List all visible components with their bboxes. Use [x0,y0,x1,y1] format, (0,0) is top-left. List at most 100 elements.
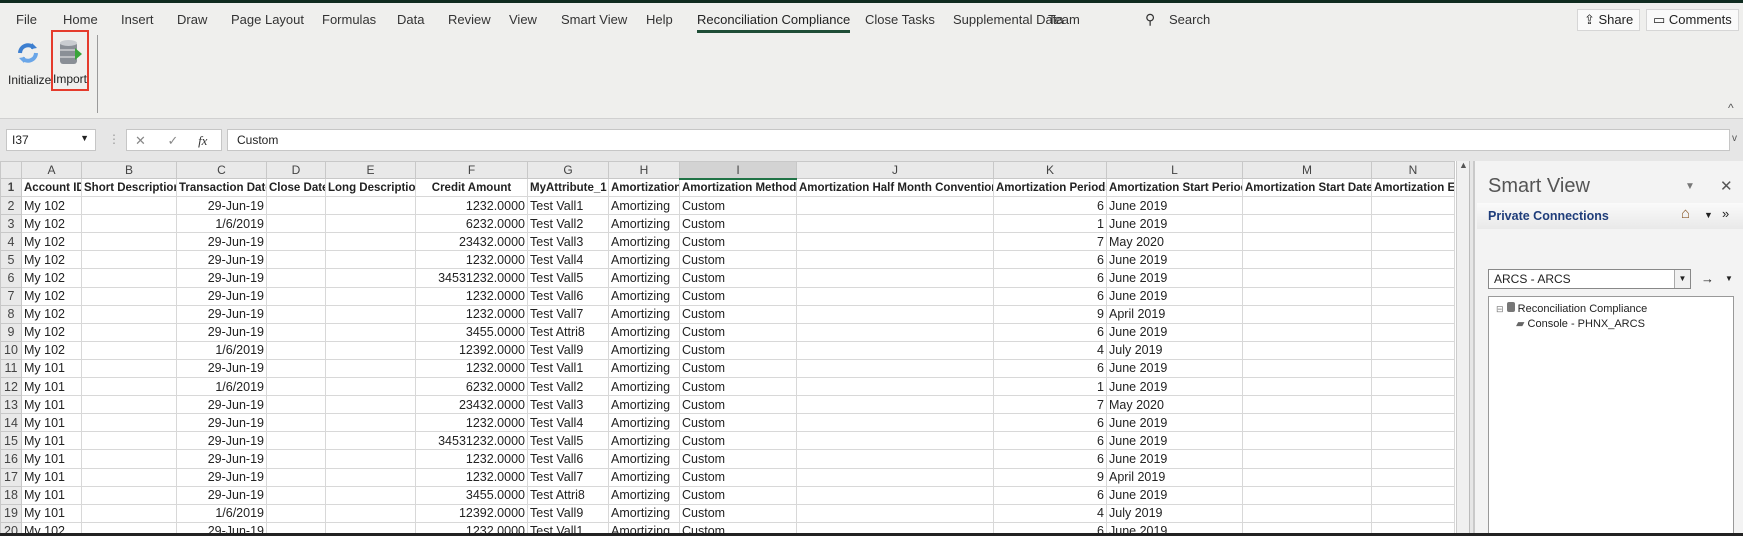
cell[interactable]: My 101 [21,395,82,415]
column-title[interactable]: Close Date [266,177,326,198]
cell[interactable]: 6 [993,449,1107,469]
tab-data[interactable]: Data [397,12,424,27]
drag-handle-icon[interactable]: ⋮ [108,132,120,146]
cell[interactable]: Custom [679,250,797,270]
cell[interactable]: Amortizing [608,214,680,234]
tab-draw[interactable]: Draw [177,12,207,27]
row-header[interactable]: 5 [0,250,22,270]
cell[interactable] [796,250,994,270]
cell[interactable] [1242,358,1372,379]
cell[interactable] [81,286,177,306]
cell[interactable] [796,449,994,469]
cell[interactable]: Custom [679,286,797,306]
cell[interactable]: Test Vall3 [527,232,609,252]
vertical-scrollbar[interactable]: ▲ [1456,160,1470,536]
cell[interactable]: 1232.0000 [415,196,528,216]
cell[interactable]: Custom [679,377,797,397]
comments-button[interactable]: ▭ Comments [1646,9,1739,31]
cell[interactable] [1242,214,1372,234]
cell[interactable] [325,431,416,451]
cell[interactable]: 29-Jun-19 [176,413,267,433]
cell[interactable]: Amortizing [608,485,680,505]
cell[interactable] [1242,250,1372,270]
cell[interactable] [81,196,177,216]
cell[interactable]: 6 [993,413,1107,433]
cell[interactable]: 34531232.0000 [415,431,528,451]
cell[interactable]: My 101 [21,358,82,379]
tree-node-child[interactable]: ▰ Console - PHNX_ARCS [1516,317,1645,330]
cell[interactable]: 4 [993,340,1107,360]
cell[interactable] [325,322,416,342]
cell[interactable]: My 102 [21,196,82,216]
cell[interactable] [1242,268,1372,288]
cell[interactable]: 29-Jun-19 [176,286,267,306]
cell[interactable] [81,268,177,288]
cell[interactable]: Amortizing [608,196,680,216]
cell[interactable]: 6 [993,322,1107,342]
cell[interactable] [1371,304,1455,324]
cell[interactable] [1242,304,1372,324]
tab-help[interactable]: Help [646,12,673,27]
cell[interactable]: Test Vall9 [527,340,609,360]
column-header-L[interactable]: L [1106,161,1243,179]
cell[interactable] [81,431,177,451]
cell[interactable]: 1 [993,377,1107,397]
cell[interactable] [1371,485,1455,505]
cell[interactable] [1242,232,1372,252]
cell[interactable] [81,395,177,415]
cell[interactable]: 23432.0000 [415,232,528,252]
cell[interactable] [266,232,326,252]
cell[interactable]: July 2019 [1106,340,1243,360]
cell[interactable] [796,413,994,433]
cell[interactable] [325,467,416,487]
home-icon[interactable]: ⌂ [1681,205,1690,222]
row-header[interactable]: 17 [0,467,22,487]
column-header-F[interactable]: F [415,161,528,179]
connection-select[interactable]: ARCS - ARCS ▼ [1488,269,1691,289]
cell[interactable] [325,250,416,270]
cell[interactable]: June 2019 [1106,196,1243,216]
cell[interactable]: June 2019 [1106,485,1243,505]
tab-home[interactable]: Home [63,12,98,27]
cell[interactable] [325,485,416,505]
panel-menu-icon[interactable]: ▼ [1685,181,1695,192]
cell[interactable]: 9 [993,304,1107,324]
cell[interactable]: My 102 [21,286,82,306]
cell[interactable] [1242,431,1372,451]
cell[interactable] [325,358,416,379]
row-header[interactable]: 14 [0,413,22,433]
cell[interactable]: My 101 [21,431,82,451]
share-button[interactable]: ⇪ Share [1577,9,1641,31]
cell[interactable]: Amortizing [608,413,680,433]
cell[interactable] [266,358,326,379]
cell[interactable] [1371,340,1455,360]
cell[interactable]: Test Vall5 [527,268,609,288]
cell[interactable] [1242,286,1372,306]
cell[interactable]: 29-Jun-19 [176,232,267,252]
cell[interactable] [325,232,416,252]
cell[interactable]: June 2019 [1106,413,1243,433]
enter-icon[interactable]: ✓ [168,133,179,148]
chevron-down-icon[interactable]: ▼ [1704,210,1713,220]
close-icon[interactable]: ✕ [1720,177,1733,195]
cell[interactable] [81,503,177,523]
cell[interactable]: 7 [993,395,1107,415]
spreadsheet-grid[interactable]: ABCDEFGHIJKLMN 1 Account ID Short Descript… [0,161,1456,536]
cell[interactable]: July 2019 [1106,503,1243,523]
cell[interactable]: 29-Jun-19 [176,322,267,342]
column-title[interactable]: Amortization Periods [993,177,1107,198]
column-header-B[interactable]: B [81,161,177,179]
cell[interactable]: 1/6/2019 [176,503,267,523]
cell[interactable]: Test Vall1 [527,358,609,379]
cell[interactable]: June 2019 [1106,250,1243,270]
cell[interactable]: Test Vall5 [527,431,609,451]
column-title[interactable]: Amortization Half Month Convention [796,177,994,198]
cell[interactable]: May 2020 [1106,395,1243,415]
cell[interactable]: Custom [679,322,797,342]
cell[interactable] [266,340,326,360]
cell[interactable] [1371,232,1455,252]
column-title[interactable]: Transaction Date [176,177,267,198]
column-header-G[interactable]: G [527,161,609,179]
cell[interactable] [796,340,994,360]
cell[interactable]: Custom [679,304,797,324]
